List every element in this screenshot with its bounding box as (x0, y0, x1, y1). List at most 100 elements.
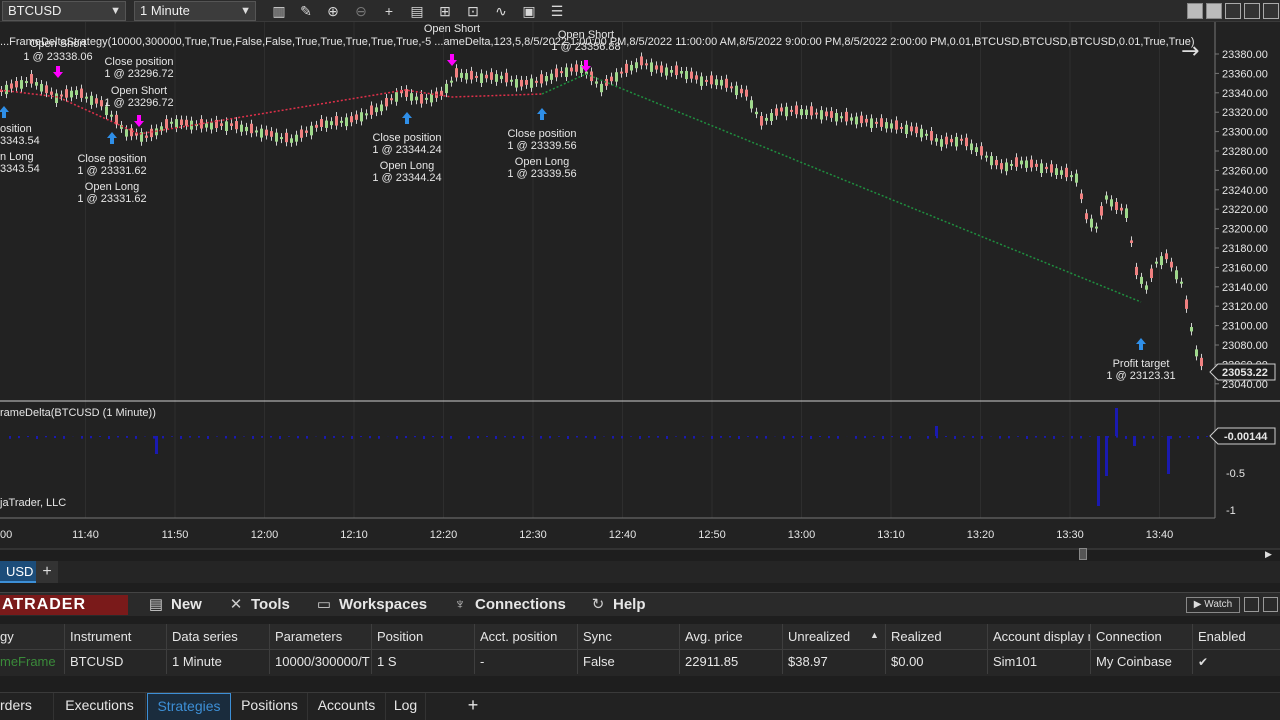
col-data-series[interactable]: Data series (166, 624, 269, 649)
indicator-bar (270, 436, 272, 438)
annotation-price: 3343.54 (0, 135, 40, 147)
bar-type-icon[interactable]: ▥ (270, 2, 288, 20)
col-position[interactable]: Position (371, 624, 474, 649)
col-enabled[interactable]: Enabled (1192, 624, 1280, 649)
menu-tools[interactable]: ✕ Tools (228, 596, 290, 614)
zoom-out-icon[interactable]: ⊖ (352, 2, 370, 20)
indicator-bar (1008, 436, 1010, 439)
price-tick-label: 23320.00 (1222, 107, 1268, 119)
chevron-down-icon: ▼ (110, 5, 121, 17)
candle-body (1150, 268, 1153, 279)
annotation-close-position: Close position (104, 56, 173, 68)
instrument-selector[interactable]: BTCUSD ▼ (2, 1, 126, 21)
tab-positions[interactable]: Positions (232, 693, 308, 720)
chart-panel[interactable]: ...FrameDeltaStrategy(10000,300000,True,… (0, 22, 1280, 560)
short-entry-arrow-icon (134, 115, 144, 127)
indicator-bar (1089, 436, 1091, 437)
minimize-icon[interactable] (1225, 3, 1241, 19)
candle-body (895, 120, 898, 130)
col-sync[interactable]: Sync (577, 624, 679, 649)
col-connection[interactable]: Connection (1090, 624, 1192, 649)
watch-button[interactable]: ▶ Watch (1186, 597, 1240, 613)
tab-executions[interactable]: Executions (54, 693, 146, 720)
candle-body (745, 89, 748, 97)
candle-body (35, 82, 38, 86)
indicator-bar (297, 436, 299, 439)
tab-strategies[interactable]: Strategies (147, 693, 231, 720)
candle-body (990, 156, 993, 166)
minimize-icon[interactable] (1244, 597, 1259, 612)
col-avg-price[interactable]: Avg. price (679, 624, 782, 649)
add-tab-icon[interactable]: + (458, 693, 488, 720)
indicator-tick-label: -0.5 (1226, 468, 1245, 480)
strategy-icon[interactable]: ⊡ (464, 2, 482, 20)
tab-accounts[interactable]: Accounts (308, 693, 386, 720)
indicator-bar (585, 436, 587, 438)
candle-body (85, 96, 88, 99)
zoom-in-icon[interactable]: ⊕ (324, 2, 342, 20)
add-tab-icon[interactable]: + (36, 561, 58, 583)
indicator-bar (279, 436, 281, 439)
menu-new[interactable]: ▤ New (148, 596, 202, 614)
crosshair-icon[interactable]: + (380, 2, 398, 20)
candle-body (970, 143, 973, 151)
candle-body (295, 134, 298, 142)
price-tick-label: 23080.00 (1222, 340, 1268, 352)
candle-body (1065, 167, 1068, 178)
indicator-bar (225, 436, 227, 439)
maximize-icon[interactable] (1263, 597, 1278, 612)
maximize-icon[interactable] (1244, 3, 1260, 19)
candle-body (555, 68, 558, 78)
col-parameters[interactable]: Parameters (269, 624, 371, 649)
chart-tab[interactable]: USD (0, 561, 40, 583)
scrollbar-handle[interactable] (1079, 548, 1087, 560)
col-instrument[interactable]: Instrument (64, 624, 166, 649)
price-tick-label: 23220.00 (1222, 204, 1268, 216)
menu-workspaces[interactable]: ▭ Workspaces (316, 596, 427, 614)
indicator-bar (351, 436, 353, 439)
indicator-bar (954, 436, 956, 439)
annotation-price: 1 @ 23296.72 (104, 68, 173, 80)
indicator-bar (792, 436, 794, 438)
annotation-open-short: Open Short (30, 38, 86, 50)
candle-body (780, 107, 783, 112)
candle-body (505, 72, 508, 83)
candle-body (700, 76, 703, 86)
cell-realized: $0.00 (885, 650, 987, 674)
indicator-bar (963, 436, 965, 438)
col-realized[interactable]: Realized (885, 624, 987, 649)
indicator-bar (612, 436, 614, 439)
tab-orders[interactable]: rders (0, 693, 54, 720)
indicator-bar (198, 436, 200, 438)
col-acct-position[interactable]: Acct. position (474, 624, 577, 649)
properties-icon[interactable]: ⊞ (436, 2, 454, 20)
tile-icon[interactable] (1206, 3, 1222, 19)
price-tick-label: 23180.00 (1222, 243, 1268, 255)
restore-icon[interactable] (1187, 3, 1203, 19)
pencil-icon[interactable]: ✎ (297, 2, 315, 20)
cell-sync: False (577, 650, 679, 674)
table-row[interactable]: meFrame BTCUSD 1 Minute 10000/300000/T 1… (0, 650, 1280, 674)
strategies-grid: gy Instrument Data series Parameters Pos… (0, 624, 1280, 676)
candle-body (920, 128, 923, 138)
indicator-bar (477, 436, 479, 439)
enabled-checkbox[interactable]: ✔ (1192, 650, 1280, 674)
data-box-icon[interactable]: ▤ (408, 2, 426, 20)
candle-body (240, 124, 243, 132)
tab-log[interactable]: Log (386, 693, 426, 720)
list-icon[interactable]: ☰ (548, 2, 566, 20)
template-icon[interactable]: ▣ (520, 2, 538, 20)
indicator-icon[interactable]: ∿ (492, 2, 510, 20)
interval-selector[interactable]: 1 Minute ▼ (134, 1, 256, 21)
indicator-bar (1071, 436, 1073, 439)
col-strategy[interactable]: gy (0, 624, 64, 649)
menu-connections[interactable]: ♆ Connections (452, 596, 565, 614)
scroll-right-icon[interactable]: ▶ (1265, 549, 1275, 559)
candle-body (60, 94, 63, 97)
close-icon[interactable] (1263, 3, 1279, 19)
arrow-right-icon[interactable]: → (1181, 39, 1199, 64)
menu-help[interactable]: ↻ Help (590, 596, 646, 614)
col-account-display[interactable]: Account display n (987, 624, 1090, 649)
candle-body (560, 71, 563, 74)
indicator-bar (1167, 436, 1170, 474)
